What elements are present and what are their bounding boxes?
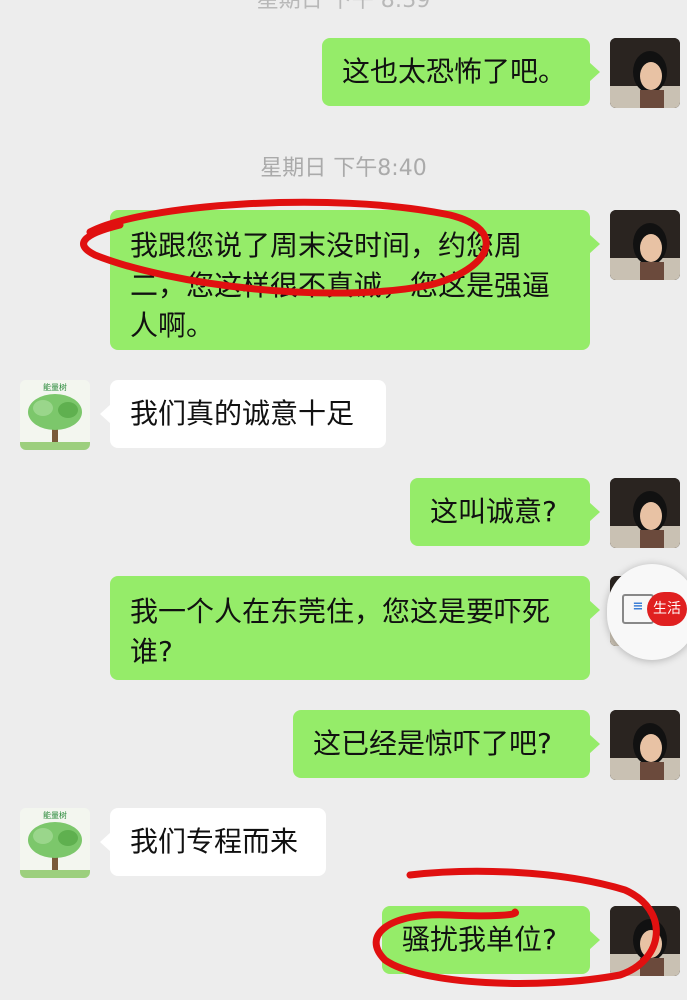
contact-avatar[interactable]: 能量树 [20, 380, 90, 450]
message-bubble[interactable]: 我们专程而来 [100, 808, 326, 876]
avatar-caption: 能量树 [43, 810, 67, 820]
my-avatar[interactable] [610, 38, 680, 108]
message-bubble[interactable]: 骚扰我单位? [382, 906, 600, 974]
message-text: 这叫诚意? [430, 495, 557, 528]
message-text: 我一个人在东莞住，您这是要吓死谁? [130, 595, 551, 668]
chat-timestamp: 星期日 下午8:40 [260, 156, 427, 181]
contact-avatar[interactable]: 能量树 [20, 808, 90, 878]
my-avatar[interactable] [610, 906, 680, 976]
message-bubble[interactable]: 这也太恐怖了吧。 [322, 38, 600, 106]
message-text: 骚扰我单位? [402, 923, 557, 956]
message-bubble[interactable]: 我跟您说了周末没时间，约您周二，您这样很不真诚，您这是强逼人啊。 [110, 210, 600, 350]
message-text: 这也太恐怖了吧。 [342, 55, 567, 88]
app-badge: 生活 [647, 592, 687, 626]
message-bubble[interactable]: 这已经是惊吓了吧? [293, 710, 600, 778]
message-text: 我们真的诚意十足 [130, 397, 355, 430]
partial-timestamp: 星期日 下午 8:39 [256, 0, 431, 13]
message-bubble[interactable]: 我一个人在东莞住，您这是要吓死谁? [110, 576, 600, 680]
my-avatar[interactable] [610, 710, 680, 780]
message-bubble[interactable]: 这叫诚意? [410, 478, 600, 546]
message-text: 我跟您说了周末没时间，约您周二，您这样很不真诚，您这是强逼人啊。 [130, 229, 551, 342]
floating-app-button[interactable]: ≡ 生活 [607, 564, 687, 660]
message-text: 我们专程而来 [130, 825, 299, 858]
message-text: 这已经是惊吓了吧? [313, 727, 552, 760]
my-avatar[interactable] [610, 210, 680, 280]
avatar-caption: 能量树 [43, 382, 67, 392]
message-bubble[interactable]: 我们真的诚意十足 [100, 380, 386, 448]
my-avatar[interactable] [610, 478, 680, 548]
